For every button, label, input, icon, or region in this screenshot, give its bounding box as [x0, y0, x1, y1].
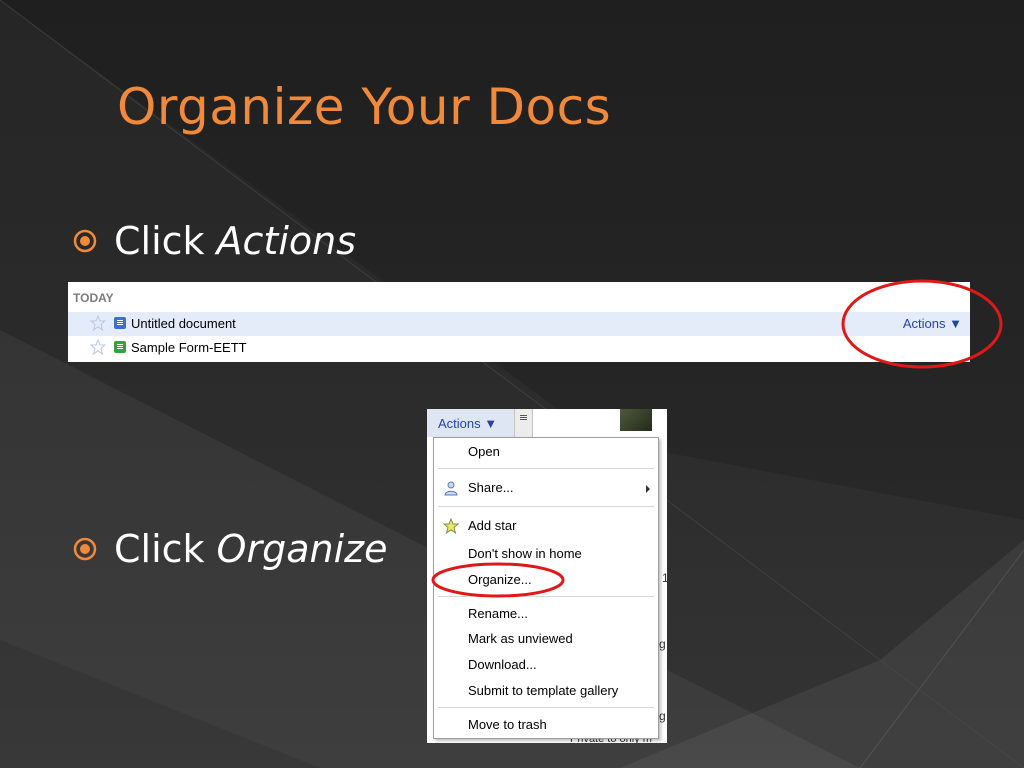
doc-row[interactable]: Untitled document Actions ▼ — [68, 312, 970, 336]
bullet-marker-icon — [72, 536, 102, 562]
menu-item-submit-to-template-gallery[interactable]: Submit to template gallery — [434, 680, 658, 702]
menu-item-label: Move to trash — [468, 717, 547, 732]
menu-item-label: Share... — [468, 480, 514, 495]
bullet-click-organize: Click Organize — [72, 527, 387, 571]
doc-list-screenshot: TODAY Untitled document Actions ▼ Sample… — [68, 282, 970, 362]
menu-item-label: Open — [468, 444, 500, 459]
bullet-emphasis: Organize — [216, 527, 388, 571]
menu-item-label: Download... — [468, 657, 537, 672]
menu-separator — [438, 506, 654, 507]
background-fragment: g — [659, 709, 666, 723]
share-icon — [444, 481, 458, 496]
list-view-icon[interactable] — [515, 409, 533, 437]
menu-item-label: Mark as unviewed — [468, 631, 573, 646]
menu-item-label: Submit to template gallery — [468, 683, 619, 698]
menu-item-download[interactable]: Download... — [434, 654, 658, 676]
background-fragment: 1 — [662, 571, 667, 585]
doc-title[interactable]: Untitled document — [131, 316, 236, 331]
menu-item-share[interactable]: Share... — [434, 477, 658, 499]
actions-button[interactable]: Actions ▼ — [427, 409, 515, 437]
star-outline-icon[interactable] — [90, 315, 106, 331]
menu-item-rename[interactable]: Rename... — [434, 603, 658, 625]
menu-item-label: Don't show in home — [468, 546, 582, 561]
menu-item-add-star[interactable]: Add star — [434, 515, 658, 537]
background-fragment: g — [659, 637, 666, 651]
bullet-marker-icon — [72, 228, 102, 254]
submenu-arrow-icon — [646, 485, 650, 493]
document-icon — [114, 317, 126, 329]
section-label: TODAY — [73, 291, 114, 305]
menu-item-label: Add star — [468, 518, 517, 533]
star-outline-icon[interactable] — [90, 339, 106, 355]
bullet-text: Click — [114, 527, 205, 571]
star-icon — [443, 518, 459, 534]
doc-row[interactable]: Sample Form-EETT — [68, 336, 970, 360]
bullet-emphasis: Actions — [216, 219, 357, 263]
menu-separator — [438, 707, 654, 708]
slide-title: Organize Your Docs — [117, 78, 612, 136]
menu-item-mark-as-unviewed[interactable]: Mark as unviewed — [434, 628, 658, 650]
form-icon — [114, 341, 126, 353]
menu-item-label: Rename... — [468, 606, 528, 621]
menu-item-move-to-trash[interactable]: Move to trash — [434, 714, 658, 736]
menu-item-open[interactable]: Open — [434, 441, 658, 463]
bullet-click-actions: Click Actions — [72, 219, 356, 263]
callout-ellipse-actions — [841, 279, 1003, 369]
callout-ellipse-organize — [431, 562, 565, 598]
menu-separator — [438, 468, 654, 469]
thumbnail-image — [620, 409, 652, 431]
bullet-text: Click — [114, 219, 205, 263]
doc-title[interactable]: Sample Form-EETT — [131, 340, 247, 355]
